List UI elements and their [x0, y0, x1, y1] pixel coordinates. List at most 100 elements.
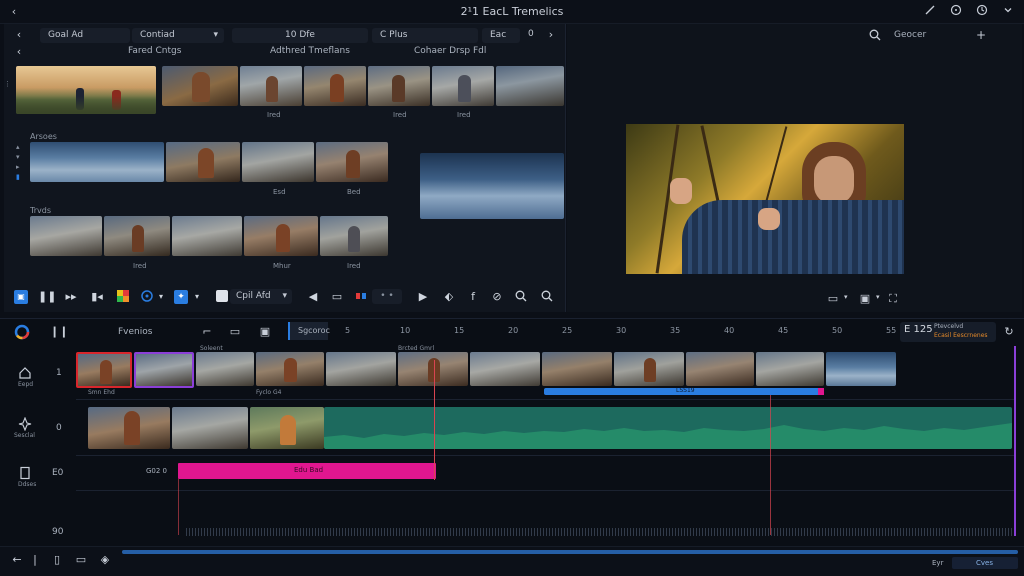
refresh-icon[interactable]: ↻ [1002, 325, 1016, 339]
video-clip[interactable] [256, 352, 324, 386]
side-rail-icons[interactable]: ▴ ▾ ▸ ▮ [16, 142, 22, 182]
duration-field[interactable]: 10 Dfe [232, 28, 368, 43]
split-icon[interactable] [354, 290, 368, 304]
pause-icon[interactable]: ❙❙ [50, 325, 68, 339]
extra-field[interactable]: Eac [482, 28, 520, 43]
chevron-down-icon: ▾ [282, 291, 287, 301]
bracket-icon[interactable]: ⌐ [200, 325, 214, 339]
timeline-ruler[interactable]: 5 10 15 20 25 30 35 40 45 50 55 [330, 322, 910, 340]
compass-icon[interactable]: ◈ [98, 553, 112, 567]
video-clip-selected[interactable] [76, 352, 132, 388]
title-clip[interactable]: Edu Bad [178, 463, 436, 479]
chevron-down-icon[interactable]: ▾ [876, 293, 880, 301]
marker-icon[interactable]: ⬖ [442, 290, 456, 304]
video-clip[interactable] [196, 352, 254, 386]
timecode-box[interactable]: E 125 Ptevcelvd Ecasil Eescrnenes [900, 322, 996, 342]
frame-icon[interactable]: ▭ [330, 290, 344, 304]
back-arrow-icon[interactable]: ← [10, 553, 24, 567]
chevron-down-icon[interactable] [1000, 4, 1016, 20]
format-field[interactable]: C Plus [372, 28, 478, 43]
timeline-tab[interactable]: Sgcoroc [288, 322, 330, 340]
preview-thumbnail[interactable] [420, 153, 564, 219]
video-track-icon[interactable] [18, 366, 32, 380]
media-thumbnail[interactable] [172, 216, 242, 256]
camera-icon[interactable]: ▮◂ [90, 290, 104, 304]
chevron-down-icon[interactable]: ▾ [190, 290, 204, 304]
search-icon[interactable] [868, 29, 882, 43]
add-button[interactable]: + [976, 28, 986, 42]
video-clip[interactable] [88, 407, 170, 449]
video-clip[interactable] [686, 352, 754, 386]
caption-icon[interactable]: ▭ [826, 292, 840, 306]
transition-bar[interactable]: LSS19 [544, 387, 824, 395]
volume-icon[interactable]: ◀ [306, 290, 320, 304]
info-icon[interactable] [948, 4, 964, 20]
video-clip-selected[interactable] [134, 352, 194, 388]
media-thumbnail[interactable] [162, 66, 238, 106]
viewer-search-label[interactable]: Geocer [894, 30, 926, 40]
select-tool-icon[interactable]: ▣ [14, 290, 28, 304]
video-clip[interactable] [470, 352, 540, 386]
media-thumbnail[interactable] [242, 142, 314, 182]
media-thumbnail[interactable] [30, 142, 164, 182]
scrollbar-thumb[interactable] [122, 550, 1018, 554]
fullscreen-icon[interactable]: ⛶ [886, 292, 900, 306]
title-clip-label: Edu Bad [294, 466, 324, 474]
media-thumbnail[interactable] [432, 66, 494, 106]
media-thumbnail[interactable] [496, 66, 564, 106]
video-clip[interactable] [250, 407, 324, 449]
play-icon[interactable]: ▶ [416, 290, 430, 304]
video-clip[interactable] [398, 352, 468, 386]
color-grid-icon[interactable] [116, 290, 130, 304]
video-clip[interactable] [172, 407, 248, 449]
video-clip[interactable] [756, 352, 824, 386]
chevron-down-icon[interactable]: ▾ [154, 290, 168, 304]
file-icon[interactable]: ▭ [74, 553, 88, 567]
fast-forward-icon[interactable]: ▸▸ [64, 290, 78, 304]
pause-icon[interactable]: ❚❚ [38, 290, 56, 304]
sync-icon[interactable] [140, 290, 154, 304]
book-icon[interactable]: ▯ [50, 553, 64, 567]
video-clip[interactable] [614, 352, 684, 386]
zoom-icon[interactable] [514, 290, 528, 304]
color-swatch[interactable] [216, 290, 228, 302]
search-icon[interactable] [540, 290, 554, 304]
chevron-left-icon[interactable]: ‹ [12, 28, 26, 42]
media-thumbnail[interactable] [320, 216, 388, 256]
project-field[interactable]: Goal Ad [40, 28, 130, 43]
video-clip[interactable] [326, 352, 396, 386]
more-icon[interactable]: • • [372, 289, 402, 304]
media-thumbnail[interactable] [244, 216, 318, 256]
zoom-slider[interactable]: Cves [952, 557, 1018, 569]
video-clip[interactable] [542, 352, 612, 386]
media-thumbnail[interactable] [316, 142, 388, 182]
clip-icon[interactable]: ▣ [258, 325, 272, 339]
box-icon[interactable]: ▭ [228, 325, 242, 339]
pen-icon[interactable] [922, 4, 938, 20]
filter-select[interactable]: Contiad ▾ [132, 28, 224, 43]
video-preview[interactable] [626, 124, 904, 274]
text-icon[interactable]: f [466, 290, 480, 304]
video-clip[interactable] [826, 352, 896, 386]
chevron-right-icon[interactable]: › [544, 28, 558, 42]
chevron-left-icon[interactable]: ‹ [12, 45, 26, 59]
audio-waveform-clip[interactable] [324, 407, 1012, 449]
timeline-scrollbar[interactable] [122, 550, 1018, 554]
aspect-icon[interactable]: ▣ [858, 292, 872, 306]
clip-dropdown[interactable]: Cpil Afd ▾ [230, 289, 292, 304]
media-thumbnail[interactable] [304, 66, 366, 106]
media-thumbnail[interactable] [16, 66, 156, 114]
fx-icon[interactable]: ✦ [174, 290, 188, 304]
media-thumbnail[interactable] [368, 66, 430, 106]
playhead-line[interactable] [434, 360, 435, 480]
clock-icon[interactable] [974, 4, 990, 20]
link-icon[interactable]: ⊘ [490, 290, 504, 304]
media-thumbnail[interactable] [240, 66, 302, 106]
chevron-down-icon[interactable]: ▾ [844, 293, 848, 301]
media-thumbnail[interactable] [30, 216, 102, 256]
media-thumbnail[interactable] [104, 216, 170, 256]
document-track-icon[interactable] [18, 466, 32, 480]
media-thumbnail[interactable] [166, 142, 240, 182]
effects-track-icon[interactable] [18, 416, 32, 432]
split-line-icon[interactable]: | [28, 553, 42, 567]
